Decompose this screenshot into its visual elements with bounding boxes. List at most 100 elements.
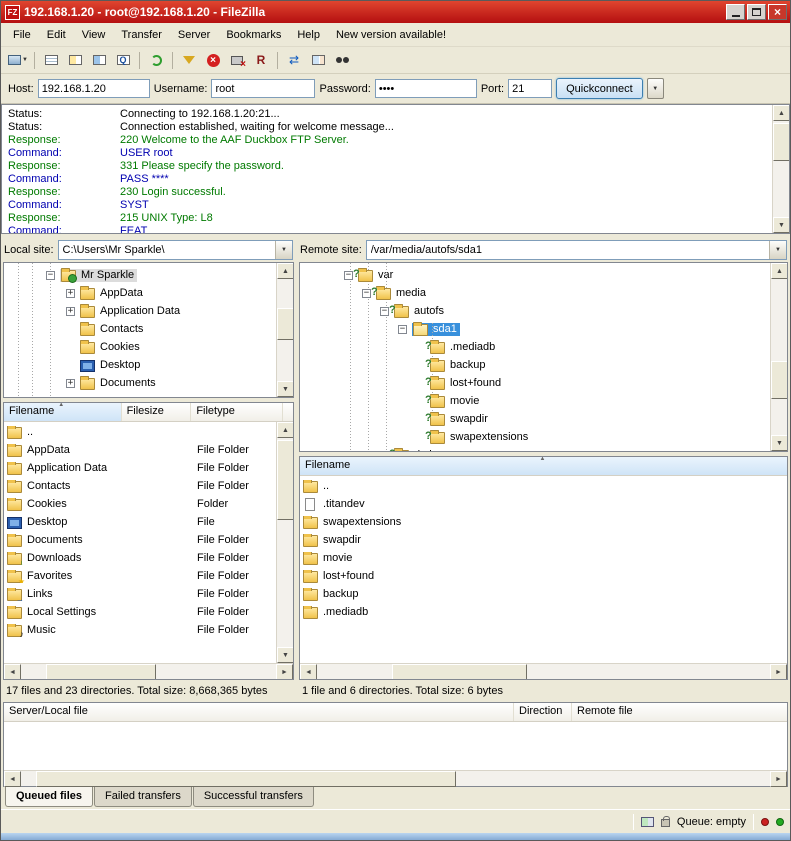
tree-item-var[interactable]: var xyxy=(344,266,767,284)
table-row[interactable]: FavoritesFile Folder xyxy=(4,567,276,585)
tree-item-movie[interactable]: movie xyxy=(430,392,767,410)
scrollbar-thumb[interactable] xyxy=(392,664,527,680)
reconnect-icon[interactable] xyxy=(249,49,273,71)
scroll-left-icon[interactable]: ◄ xyxy=(4,664,21,680)
table-row[interactable]: .titandev xyxy=(300,495,787,513)
scrollbar-thumb[interactable] xyxy=(773,123,790,161)
scroll-up-icon[interactable]: ▲ xyxy=(773,105,790,121)
scrollbar-thumb[interactable] xyxy=(36,771,456,787)
scrollbar-thumb[interactable] xyxy=(46,664,156,680)
local-list-hscrollbar[interactable]: ◄ ► xyxy=(4,663,293,679)
queue-hscrollbar[interactable]: ◄ ► xyxy=(4,770,787,786)
table-row[interactable]: .. xyxy=(4,423,276,441)
chevron-down-icon[interactable] xyxy=(769,241,786,259)
host-input[interactable] xyxy=(38,79,150,98)
scroll-up-icon[interactable]: ▲ xyxy=(277,422,294,438)
scroll-right-icon[interactable]: ► xyxy=(770,771,787,787)
collapse-icon[interactable] xyxy=(46,271,55,280)
tree-item-mr-sparkle[interactable]: Mr Sparkle xyxy=(46,266,273,284)
table-row[interactable]: DownloadsFile Folder xyxy=(4,549,276,567)
menu-new-version[interactable]: New version available! xyxy=(328,26,454,44)
local-site-combobox[interactable]: C:\Users\Mr Sparkle\ xyxy=(58,240,293,260)
collapse-icon[interactable] xyxy=(398,325,407,334)
table-row[interactable]: Local SettingsFile Folder xyxy=(4,603,276,621)
scroll-down-icon[interactable]: ▼ xyxy=(771,435,788,451)
tree-item-backup[interactable]: backup xyxy=(430,356,767,374)
expand-icon[interactable] xyxy=(66,379,75,388)
table-row[interactable]: LinksFile Folder xyxy=(4,585,276,603)
tab-successful-transfers[interactable]: Successful transfers xyxy=(193,787,314,807)
table-row[interactable]: ContactsFile Folder xyxy=(4,477,276,495)
tree-item-documents[interactable]: Documents xyxy=(66,374,273,392)
collapse-icon[interactable] xyxy=(362,289,371,298)
column-filetype[interactable]: Filetype xyxy=(191,403,283,421)
tree-item-application-data[interactable]: Application Data xyxy=(66,302,273,320)
local-tree-scrollbar[interactable]: ▲ ▼ xyxy=(276,263,293,397)
directory-comparison-icon[interactable] xyxy=(306,49,330,71)
scrollbar-thumb[interactable] xyxy=(277,440,294,520)
table-row[interactable]: DesktopFile xyxy=(4,513,276,531)
minimize-button[interactable] xyxy=(726,4,745,20)
scroll-right-icon[interactable]: ► xyxy=(770,664,787,680)
menu-transfer[interactable]: Transfer xyxy=(113,26,170,44)
column-server-local-file[interactable]: Server/Local file xyxy=(4,703,514,721)
table-row[interactable]: Application DataFile Folder xyxy=(4,459,276,477)
table-row[interactable]: MusicFile Folder xyxy=(4,621,276,639)
log-scrollbar[interactable]: ▲ ▼ xyxy=(772,105,789,233)
scroll-down-icon[interactable]: ▼ xyxy=(773,217,790,233)
table-row[interactable]: movie xyxy=(300,549,787,567)
tree-item-swapdir[interactable]: swapdir xyxy=(430,410,767,428)
chevron-down-icon[interactable] xyxy=(275,241,292,259)
tab-failed-transfers[interactable]: Failed transfers xyxy=(94,787,192,807)
column-filesize[interactable]: Filesize xyxy=(122,403,192,421)
table-row[interactable]: swapextensions xyxy=(300,513,787,531)
scrollbar-thumb[interactable] xyxy=(771,361,788,399)
site-manager-icon[interactable]: ▼ xyxy=(6,49,30,71)
tree-item-desktop[interactable]: Desktop xyxy=(66,356,273,374)
tree-item-autofs[interactable]: autofs xyxy=(380,302,767,320)
quickconnect-button[interactable]: Quickconnect xyxy=(556,78,643,99)
scroll-down-icon[interactable]: ▼ xyxy=(277,381,294,397)
menu-server[interactable]: Server xyxy=(170,26,218,44)
scrollbar-thumb[interactable] xyxy=(277,308,294,340)
tree-item-mediadb[interactable]: .mediadb xyxy=(430,338,767,356)
find-files-icon[interactable] xyxy=(330,49,354,71)
tab-queued-files[interactable]: Queued files xyxy=(5,787,93,807)
table-row[interactable]: CookiesFolder xyxy=(4,495,276,513)
menu-view[interactable]: View xyxy=(74,26,114,44)
scroll-right-icon[interactable]: ► xyxy=(276,664,293,680)
tree-item-swapextensions[interactable]: swapextensions xyxy=(430,428,767,446)
cancel-icon[interactable] xyxy=(201,49,225,71)
table-row[interactable]: .mediadb xyxy=(300,603,787,621)
quickconnect-dropdown-icon[interactable] xyxy=(647,78,664,99)
expand-icon[interactable] xyxy=(66,289,75,298)
sync-browsing-icon[interactable] xyxy=(282,49,306,71)
tree-item-cookies[interactable]: Cookies xyxy=(66,338,273,356)
tree-item-lost-found[interactable]: lost+found xyxy=(430,374,767,392)
column-filename[interactable]: Filename xyxy=(300,457,787,475)
table-row[interactable]: DocumentsFile Folder xyxy=(4,531,276,549)
tree-item-media[interactable]: media xyxy=(362,284,767,302)
menu-file[interactable]: File xyxy=(5,26,39,44)
scroll-left-icon[interactable]: ◄ xyxy=(300,664,317,680)
menu-bookmarks[interactable]: Bookmarks xyxy=(218,26,289,44)
table-row[interactable]: AppDataFile Folder xyxy=(4,441,276,459)
column-direction[interactable]: Direction xyxy=(514,703,572,721)
tree-item-dvd[interactable]: dvd xyxy=(380,446,767,452)
collapse-icon[interactable] xyxy=(380,307,389,316)
scroll-up-icon[interactable]: ▲ xyxy=(277,263,294,279)
password-input[interactable] xyxy=(375,79,477,98)
toggle-message-log-icon[interactable] xyxy=(39,49,63,71)
tree-item-sda1[interactable]: sda1 xyxy=(398,320,767,338)
expand-icon[interactable] xyxy=(66,307,75,316)
menu-edit[interactable]: Edit xyxy=(39,26,74,44)
toggle-remote-tree-icon[interactable] xyxy=(87,49,111,71)
scroll-left-icon[interactable]: ◄ xyxy=(4,771,21,787)
filter-icon[interactable] xyxy=(177,49,201,71)
tree-item-appdata[interactable]: AppData xyxy=(66,284,273,302)
refresh-icon[interactable] xyxy=(144,49,168,71)
username-input[interactable] xyxy=(211,79,315,98)
table-row[interactable]: backup xyxy=(300,585,787,603)
local-list-vscrollbar[interactable]: ▲ ▼ xyxy=(276,422,293,663)
table-row[interactable]: lost+found xyxy=(300,567,787,585)
